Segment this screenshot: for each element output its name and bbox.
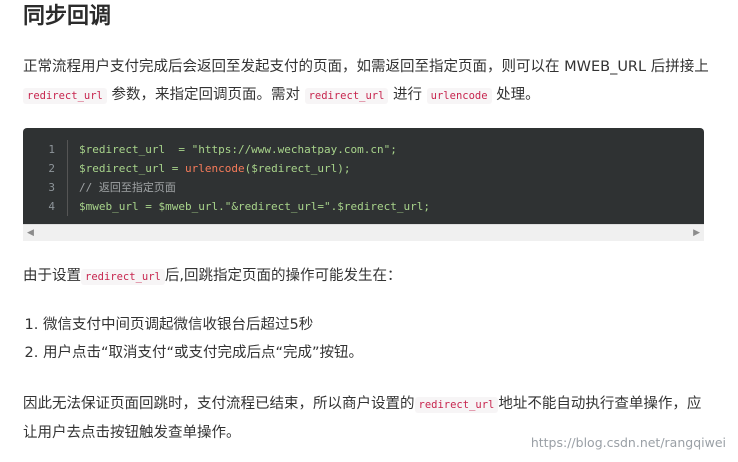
triangle-right-icon[interactable]: ▶: [693, 226, 700, 240]
code-line: 2 $redirect_url = urlencode($redirect_ur…: [33, 159, 704, 178]
code-line: 4 $mweb_url = $mweb_url."&redirect_url="…: [33, 197, 704, 216]
line-number: 1: [33, 140, 68, 159]
inline-code-redirect-url: redirect_url: [81, 269, 165, 285]
line-number: 4: [33, 197, 68, 216]
condition-paragraph: 由于设置 redirect_url 后,回跳指定页面的操作可能发生在：: [23, 268, 402, 285]
code-text: $redirect_url = "https://www.wechatpay.c…: [79, 143, 397, 156]
code-line: 3 // 返回至指定页面: [33, 178, 704, 197]
condition-list: 微信支付中间页调起微信收银台后超过5秒 用户点击“取消支付“或支付完成后点“完成…: [23, 311, 713, 367]
line-number: 2: [33, 159, 68, 178]
inline-code-redirect-url: redirect_url: [23, 88, 107, 104]
line-number: 3: [33, 178, 68, 197]
list-item: 用户点击“取消支付“或支付完成后点“完成”按钮。: [43, 339, 713, 367]
inline-code-redirect-url: redirect_url: [414, 397, 499, 413]
inline-code-redirect-url: redirect_url: [304, 88, 389, 104]
triangle-left-icon[interactable]: ◀: [27, 226, 34, 240]
inline-code-urlencode: urlencode: [426, 88, 492, 104]
code-line: 1 $redirect_url = "https://www.wechatpay…: [33, 140, 704, 159]
list-item: 微信支付中间页调起微信收银台后超过5秒: [43, 311, 713, 339]
code-horizontal-scrollbar[interactable]: ◀ ▶: [23, 224, 704, 241]
intro-paragraph: 正常流程用户支付完成后会返回至发起支付的页面，如需返回至指定页面，则可以在 MW…: [23, 59, 709, 104]
code-text: $mweb_url = $mweb_url."&redirect_url=".$…: [79, 200, 430, 213]
code-function: urlencode: [184, 162, 245, 175]
section-heading: 同步回调: [23, 4, 112, 29]
code-comment: // 返回至指定页面: [79, 181, 176, 194]
watermark-url: https://blog.csdn.net/rangqiwei: [530, 435, 726, 450]
code-text: $redirect_url = urlencode($redirect_url)…: [79, 162, 351, 175]
